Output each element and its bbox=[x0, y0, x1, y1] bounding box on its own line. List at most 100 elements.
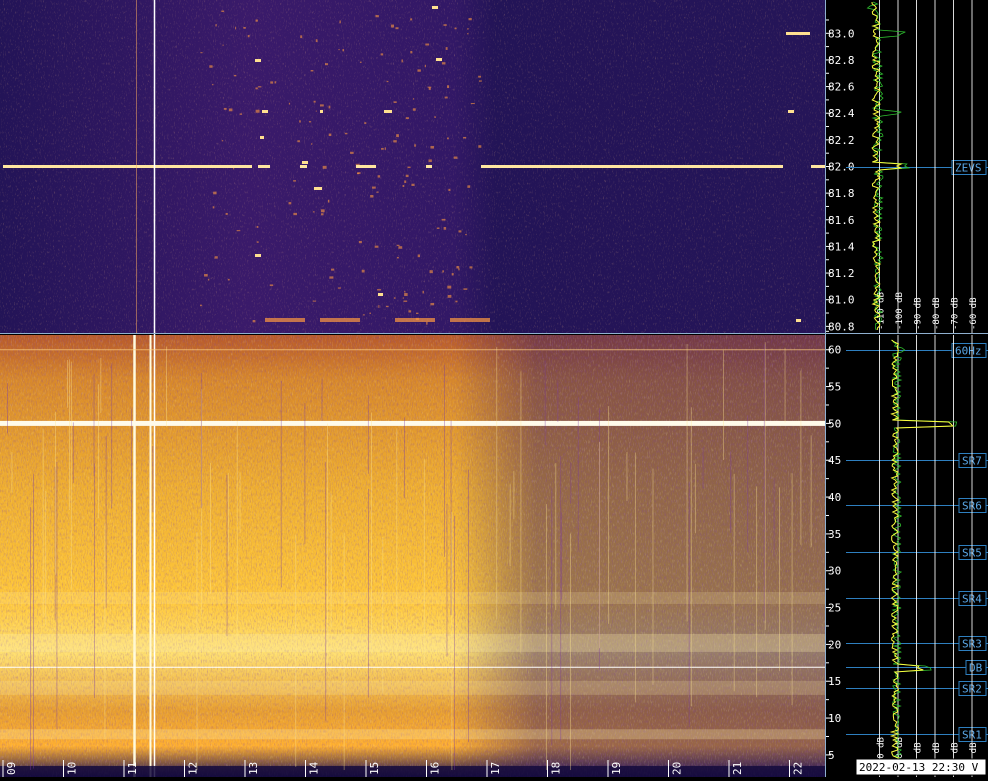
signal-burst bbox=[255, 254, 261, 257]
zevs-carrier bbox=[811, 165, 825, 168]
resonance-band bbox=[0, 680, 825, 695]
noise-speck bbox=[456, 266, 460, 269]
noise-speck bbox=[308, 121, 312, 123]
freq-tick-label: 10 bbox=[828, 712, 841, 725]
spectrogram-display: 83.0 82.8 82.6 82.4 82.2 82.0 81.8 81.6 81.4 81.2… bbox=[0, 0, 988, 777]
noise-speck bbox=[204, 274, 208, 277]
noise-speck bbox=[359, 61, 362, 63]
noise-speck bbox=[337, 287, 341, 289]
time-tick-label: 11 bbox=[126, 762, 139, 775]
noise-speck bbox=[227, 278, 230, 281]
noise-speck bbox=[371, 186, 376, 189]
noise-speck bbox=[417, 69, 421, 72]
noise-speck bbox=[200, 304, 202, 307]
freq-tick-label: 82.8 bbox=[828, 54, 855, 67]
db-label: -100 dB bbox=[895, 292, 905, 330]
time-tick-label: 10 bbox=[66, 762, 79, 775]
noise-speck bbox=[234, 74, 237, 77]
noise-speck bbox=[396, 256, 399, 259]
noise-speck bbox=[470, 102, 475, 105]
signal-burst bbox=[314, 187, 322, 190]
noise-speck bbox=[404, 290, 406, 293]
noise-speck bbox=[247, 34, 250, 38]
zevs-carrier bbox=[481, 165, 783, 168]
noise-speck bbox=[355, 163, 360, 165]
noise-speck bbox=[361, 269, 365, 273]
freq-tick-label: 25 bbox=[828, 602, 841, 615]
noise-speck bbox=[384, 147, 386, 150]
mains-50hz-line bbox=[0, 420, 825, 426]
noise-speck bbox=[417, 254, 420, 258]
noise-speck bbox=[328, 133, 332, 137]
noise-speck bbox=[228, 108, 233, 112]
time-tick-label: 20 bbox=[671, 762, 684, 775]
noise-speck bbox=[221, 10, 225, 12]
freq-tick-label: 82.6 bbox=[828, 81, 855, 94]
noise-speck bbox=[222, 44, 224, 46]
freq-tick-label: 83.0 bbox=[828, 27, 855, 40]
noise-speck bbox=[446, 85, 450, 89]
noise-speck bbox=[393, 101, 397, 103]
freq-tick-label: 81.4 bbox=[828, 240, 855, 253]
freq-tick-label: 81.8 bbox=[828, 187, 855, 200]
noise-speck bbox=[467, 33, 469, 35]
db-label: -70 dB bbox=[951, 297, 961, 330]
freq-tick-label: 50 bbox=[828, 417, 841, 430]
noise-speck bbox=[447, 137, 449, 140]
noise-speck bbox=[319, 104, 324, 107]
time-tick-label: 22 bbox=[792, 762, 805, 775]
noise-speck bbox=[257, 86, 262, 88]
freq-tick-label: 35 bbox=[828, 528, 841, 541]
time-tick-label: 19 bbox=[610, 762, 623, 775]
noise-speck bbox=[414, 144, 416, 147]
time-tick-label: 21 bbox=[731, 762, 744, 775]
freq-tick-label: 81.2 bbox=[828, 267, 855, 280]
noise-speck bbox=[362, 314, 365, 316]
noise-speck bbox=[377, 175, 381, 178]
freq-tick-label: 81.6 bbox=[828, 214, 855, 227]
noise-speck bbox=[478, 145, 482, 148]
noise-speck bbox=[381, 147, 384, 150]
timestamp-label: 2022-02-13 22:30 V bbox=[859, 761, 979, 774]
time-tick-label: 16 bbox=[429, 762, 442, 775]
noise-speck bbox=[207, 279, 210, 281]
noise-speck bbox=[386, 305, 389, 308]
noise-speck bbox=[453, 156, 458, 159]
marker-label-zevs: ZEVS bbox=[955, 162, 982, 175]
freq-tick-label: 30 bbox=[828, 565, 841, 578]
noise-speck bbox=[408, 310, 412, 313]
noise-speck bbox=[320, 209, 325, 213]
noise-speck bbox=[415, 312, 419, 315]
time-tick-label: 13 bbox=[247, 762, 260, 775]
noise-speck bbox=[394, 297, 396, 299]
noise-speck bbox=[211, 84, 214, 86]
freq-tick-label: 60 bbox=[828, 344, 841, 357]
noise-speck bbox=[342, 49, 345, 52]
noise-speck bbox=[430, 302, 435, 306]
noise-speck bbox=[225, 212, 228, 215]
noise-speck bbox=[447, 285, 452, 289]
noise-speck bbox=[443, 24, 447, 26]
noise-speck bbox=[311, 143, 313, 145]
noise-speck bbox=[375, 15, 379, 18]
signal-burst bbox=[786, 32, 810, 35]
noise-speck bbox=[444, 96, 448, 99]
noise-speck bbox=[393, 140, 397, 143]
noise-speck bbox=[327, 199, 330, 203]
noise-speck bbox=[441, 218, 446, 221]
signal-burst bbox=[262, 110, 268, 113]
noise-speck bbox=[424, 64, 426, 68]
signal-burst bbox=[302, 161, 308, 164]
noise-speck bbox=[412, 108, 416, 111]
time-tick-label: 18 bbox=[550, 762, 563, 775]
noise-speck bbox=[236, 230, 241, 232]
freq-tick-label: 5 bbox=[828, 749, 835, 762]
noise-speck bbox=[404, 293, 408, 297]
signal-burst bbox=[432, 6, 438, 9]
noise-speck bbox=[428, 87, 431, 90]
noise-speck bbox=[215, 24, 217, 27]
db-label: -60 dB bbox=[969, 297, 979, 330]
time-tick-label: 15 bbox=[368, 762, 381, 775]
noise-speck bbox=[378, 305, 380, 308]
noise-band bbox=[265, 318, 305, 322]
